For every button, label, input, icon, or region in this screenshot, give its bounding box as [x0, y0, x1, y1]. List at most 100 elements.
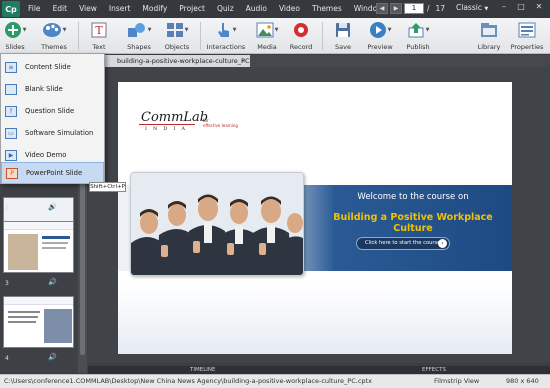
- next-slide-button[interactable]: ▶: [390, 3, 402, 14]
- properties-label: Properties: [510, 43, 544, 51]
- thumbnail-text: [42, 242, 68, 244]
- library-button[interactable]: Library: [476, 18, 502, 54]
- document-tab[interactable]: building-a-positive-workplace-culture_PC…: [88, 55, 250, 67]
- thumbnail-text: [8, 311, 40, 313]
- menu-item-powerpoint-slide[interactable]: P PowerPoint Slide: [1, 162, 104, 184]
- slide-number: 2: [5, 205, 9, 212]
- image-icon: [256, 22, 274, 38]
- audio-icon: 🔊: [48, 203, 57, 211]
- maximize-button[interactable]: □: [515, 2, 527, 15]
- save-button[interactable]: Save: [332, 18, 354, 54]
- interactions-button[interactable]: ▼ Interactions: [206, 18, 246, 54]
- menu-item-content-slide[interactable]: ≡ Content Slide: [1, 56, 104, 78]
- shapes-label: Shapes: [127, 43, 151, 51]
- brand-underline: [139, 124, 195, 125]
- close-icon[interactable]: ✕: [241, 55, 246, 67]
- chevron-down-icon: ▼: [147, 27, 152, 33]
- slides-label: Slides: [5, 43, 25, 51]
- team-photo-image: [131, 173, 303, 275]
- brand-logo-text: CommLab: [141, 110, 209, 125]
- content-slide-icon: ≡: [5, 61, 17, 73]
- welcome-text: Welcome to the course on: [357, 192, 469, 202]
- effects-tab[interactable]: EFFECTS: [422, 366, 446, 374]
- thumbnail-text: [42, 236, 70, 239]
- view-mode: Filmstrip View: [434, 377, 480, 385]
- slide-canvas[interactable]: CommLab INDIA for effective learning Wel…: [118, 82, 512, 354]
- menu-themes[interactable]: Themes: [306, 0, 348, 18]
- chevron-down-icon: ▼: [484, 6, 489, 12]
- slide-thumbnail[interactable]: [3, 296, 74, 348]
- minimize-button[interactable]: –: [498, 2, 510, 15]
- interactions-label: Interactions: [206, 43, 246, 51]
- menu-item-software-simulation[interactable]: ▭ Software Simulation: [1, 122, 104, 144]
- pointer-hand-icon: [217, 23, 229, 37]
- toolbar-divider: [78, 22, 79, 50]
- record-icon: [294, 23, 308, 37]
- publish-button[interactable]: ▼ Publish: [404, 18, 432, 54]
- record-label: Record: [289, 43, 313, 51]
- menu-video[interactable]: Video: [273, 0, 306, 18]
- software-simulation-icon: ▭: [5, 127, 17, 139]
- slide-number: 3: [5, 280, 9, 287]
- menu-item-label: Question Slide: [25, 107, 75, 115]
- previous-slide-button[interactable]: ◀: [376, 3, 388, 14]
- menu-item-blank-slide[interactable]: Blank Slide: [1, 78, 104, 100]
- menu-view[interactable]: View: [73, 0, 103, 18]
- save-icon: [336, 23, 350, 37]
- slide-pager: ◀ ▶ 1 / 17: [376, 3, 448, 14]
- chevron-down-icon: ▼: [274, 27, 279, 33]
- chevron-down-icon: ▼: [425, 27, 430, 33]
- thumbnail-header: [4, 297, 73, 305]
- chevron-down-icon: ▼: [387, 27, 392, 33]
- shapes-icon: [127, 23, 145, 37]
- slide-number: 4: [5, 355, 9, 362]
- app-logo: Cp: [2, 1, 20, 17]
- properties-button[interactable]: Properties: [508, 18, 546, 54]
- palette-icon: [42, 23, 61, 37]
- text-button[interactable]: T Text: [88, 18, 110, 54]
- menu-item-label: PowerPoint Slide: [26, 169, 83, 177]
- menu-project[interactable]: Project: [173, 0, 211, 18]
- media-button[interactable]: ▼ Media: [254, 18, 280, 54]
- bottom-panel-tabs: TIMELINE EFFECTS: [88, 366, 550, 374]
- objects-button[interactable]: ▼ Objects: [162, 18, 192, 54]
- menu-edit[interactable]: Edit: [47, 0, 74, 18]
- canvas-size: 980 x 640: [506, 377, 539, 385]
- menu-audio[interactable]: Audio: [240, 0, 273, 18]
- menu-quiz[interactable]: Quiz: [211, 0, 240, 18]
- menu-item-question-slide[interactable]: ? Question Slide: [1, 100, 104, 122]
- current-slide-input[interactable]: 1: [404, 3, 424, 14]
- menu-item-label: Blank Slide: [25, 85, 63, 93]
- slides-button[interactable]: ▼ Slides: [2, 18, 28, 54]
- themes-button[interactable]: ▼ Themes: [38, 18, 70, 54]
- brand-subtext: INDIA: [145, 126, 191, 132]
- thumbnail-text: [8, 316, 38, 318]
- toolbar-divider: [322, 22, 323, 50]
- slide-thumbnail[interactable]: [3, 221, 74, 273]
- svg-text:T: T: [95, 24, 103, 37]
- close-window-button[interactable]: ✕: [533, 2, 545, 15]
- start-course-button[interactable]: Click here to start the course ›: [356, 237, 450, 250]
- document-tab-bar: building-a-positive-workplace-culture_PC…: [88, 55, 550, 67]
- timeline-tab[interactable]: TIMELINE: [190, 366, 215, 374]
- objects-label: Objects: [164, 43, 190, 51]
- publish-icon: [408, 23, 424, 38]
- preview-button[interactable]: ▼ Preview: [364, 18, 396, 54]
- thumbnail-image: [44, 309, 72, 343]
- thumbnail-text: [42, 247, 66, 249]
- menu-modify[interactable]: Modify: [136, 0, 173, 18]
- toolbar-divider: [200, 22, 201, 50]
- record-button[interactable]: Record: [290, 18, 312, 54]
- document-tab-title: building-a-positive-workplace-culture_PC…: [117, 57, 250, 65]
- chevron-down-icon: ▼: [22, 27, 27, 33]
- objects-icon: [166, 23, 183, 37]
- menu-insert[interactable]: Insert: [103, 0, 137, 18]
- publish-label: Publish: [406, 43, 430, 51]
- shapes-button[interactable]: ▼ Shapes: [124, 18, 154, 54]
- team-photo[interactable]: [130, 172, 304, 276]
- text-label: Text: [92, 43, 106, 51]
- menu-file[interactable]: File: [22, 0, 47, 18]
- workspace-switcher[interactable]: Classic ▼: [456, 3, 488, 12]
- properties-icon: [518, 22, 536, 38]
- play-icon: [369, 22, 386, 38]
